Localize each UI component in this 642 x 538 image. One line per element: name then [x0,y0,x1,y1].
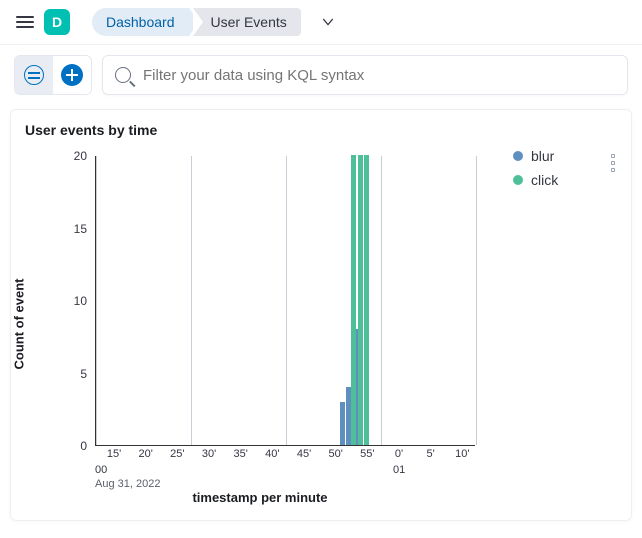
x-tick: 25' [170,448,184,460]
chart-wrap: Count of event 05101520 15'20'25'30'35'4… [25,146,617,502]
legend-label-blur: blur [531,148,554,164]
chart-panel: User events by time Count of event 0 5 10 1… [10,109,632,521]
x-axis-ticks: 15' 20' 25' 30' 35' 40' 45' 50' 55' 0' 5' 10' [95,448,475,468]
y-tick: 15 [74,222,87,236]
legend-item-blur[interactable]: blur [513,148,558,164]
filter-icon [24,65,44,85]
add-filter-button[interactable] [53,56,91,94]
x-tick: 5' [427,448,435,460]
gridline [476,156,477,445]
breadcrumb-user-events[interactable]: User Events [193,8,301,36]
gridline [96,156,97,445]
x-tick: 0' [395,448,403,460]
gridline [191,156,192,445]
search-icon [115,67,131,83]
x-hour-next: 01 [393,464,405,476]
x-tick: 40' [265,448,279,460]
bar-click[interactable] [358,155,363,445]
y-tick: 20 [74,149,87,163]
app-badge[interactable]: D [44,9,70,35]
x-tick: 50' [328,448,342,460]
x-tick: 55' [360,448,374,460]
y-axis-label: Count of event [12,279,27,370]
legend-dot-blur [513,151,523,161]
x-axis-label: timestamp per minute [25,490,495,505]
chart-area: Count of event 05101520 15'20'25'30'35'4… [25,146,495,502]
y-tick: 0 [80,439,87,453]
menu-icon[interactable] [16,13,34,31]
legend-label-click: click [531,172,558,188]
gridline [286,156,287,445]
top-bar: D Dashboard User Events [0,0,642,45]
bar-click[interactable] [351,155,356,445]
filter-button[interactable] [15,56,53,94]
chevron-down-icon[interactable] [321,15,335,29]
y-axis-ticks: 05101520 [63,146,93,446]
y-tick: 10 [74,294,87,308]
filter-button-group [14,55,92,95]
legend-item-click[interactable]: click [513,172,558,188]
x-date-label: Aug 31, 2022 [95,478,160,490]
x-tick: 20' [138,448,152,460]
legend-dot-click [513,175,523,185]
bar-click[interactable] [364,155,369,445]
search-input[interactable] [141,66,615,85]
panel-title: User events by time [25,122,617,138]
panel-options-icon[interactable] [607,150,619,176]
x-hour-start: 00 [95,464,107,476]
x-tick: 45' [297,448,311,460]
gridline [381,156,382,445]
search-bar[interactable] [102,55,628,95]
bar-blur[interactable] [340,402,345,446]
plus-icon [61,64,83,86]
x-tick: 35' [233,448,247,460]
breadcrumb: Dashboard User Events [92,8,301,36]
breadcrumb-dashboard[interactable]: Dashboard [92,8,189,36]
x-tick: 15' [107,448,121,460]
filter-row [0,45,642,109]
x-tick: 10' [455,448,469,460]
plot-area [95,156,475,446]
y-tick: 5 [80,367,87,381]
legend: blur click [513,148,558,502]
x-tick: 30' [202,448,216,460]
